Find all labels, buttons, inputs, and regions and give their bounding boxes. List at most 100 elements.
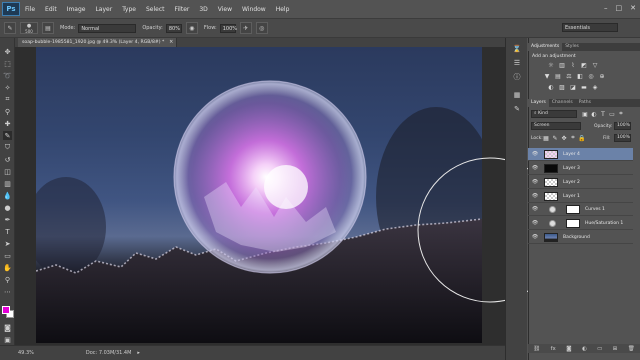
- airbrush-icon[interactable]: ✈: [239, 22, 252, 34]
- levels-icon[interactable]: ▥: [558, 61, 566, 69]
- layer-row-layer-1[interactable]: 👁 Layer 1: [528, 190, 633, 203]
- layer-filter-kind[interactable]: ⌕ Kind: [531, 110, 577, 118]
- status-menu-icon[interactable]: ▸: [137, 350, 140, 356]
- exposure-icon[interactable]: ◩: [580, 61, 588, 69]
- lock-all-icon[interactable]: 🔒: [578, 134, 586, 142]
- lock-pixels-icon[interactable]: ✎: [551, 134, 559, 142]
- curves-icon[interactable]: ⌇: [569, 61, 577, 69]
- history-panel-icon[interactable]: ⌛: [511, 44, 523, 54]
- tab-paths[interactable]: Paths: [576, 99, 594, 107]
- hue-saturation-icon[interactable]: ▤: [554, 72, 562, 80]
- visibility-eye-icon[interactable]: 👁: [532, 151, 538, 157]
- eyedropper-tool-icon[interactable]: ⚲: [3, 107, 12, 116]
- layer-row-layer-3[interactable]: 👁 Layer 3: [528, 162, 633, 175]
- menu-3d[interactable]: 3D: [194, 6, 212, 13]
- filter-smart-icon[interactable]: ⌗: [617, 110, 625, 118]
- new-group-icon[interactable]: ▭: [597, 346, 602, 352]
- info-panel-icon[interactable]: ⓘ: [511, 72, 523, 82]
- eraser-tool-icon[interactable]: ◫: [3, 167, 12, 176]
- blend-mode-select[interactable]: Screen: [531, 122, 581, 130]
- fill-field[interactable]: 100%: [614, 134, 631, 142]
- screen-mode-icon[interactable]: ▣: [3, 335, 12, 344]
- tab-channels[interactable]: Channels: [549, 99, 576, 107]
- vibrance2-icon[interactable]: ▼: [543, 72, 551, 80]
- layer-row-layer-4[interactable]: 👁 Layer 4: [528, 148, 633, 161]
- visibility-eye-icon[interactable]: 👁: [532, 234, 538, 240]
- type-tool-icon[interactable]: T: [3, 227, 12, 236]
- tab-adjustments[interactable]: Adjustments: [528, 43, 563, 51]
- photo-filter-icon[interactable]: ◎: [587, 72, 595, 80]
- visibility-eye-icon[interactable]: 👁: [532, 220, 538, 226]
- delete-layer-icon[interactable]: 🗑: [628, 346, 635, 352]
- pen-tool-icon[interactable]: ✒: [3, 215, 12, 224]
- clone-stamp-tool-icon[interactable]: ⛉: [3, 143, 12, 152]
- workspace-select[interactable]: Essentials: [562, 23, 618, 32]
- quick-mask-icon[interactable]: ◙: [3, 323, 12, 332]
- lock-position-icon[interactable]: ✥: [560, 134, 568, 142]
- threshold-icon[interactable]: ◪: [569, 83, 577, 91]
- brightness-icon[interactable]: ☼: [547, 61, 555, 69]
- lasso-tool-icon[interactable]: ➰: [3, 71, 12, 80]
- posterize-icon[interactable]: ▨: [558, 83, 566, 91]
- edit-toolbar-icon[interactable]: ⋯: [3, 287, 12, 296]
- new-adjustment-icon[interactable]: ◐: [582, 346, 587, 352]
- document-tab[interactable]: soap-bubble-1985581_1920.jpg @ 49.3% (La…: [18, 38, 178, 47]
- swatches-panel-icon[interactable]: ▦: [511, 90, 523, 100]
- pressure-opacity-icon[interactable]: ◉: [185, 22, 198, 34]
- brush-tool-icon[interactable]: ✎: [3, 131, 12, 140]
- brush-tool-preset-icon[interactable]: ✎: [4, 22, 16, 34]
- crop-tool-icon[interactable]: ⌗: [3, 95, 12, 104]
- blur-tool-icon[interactable]: 💧: [3, 191, 12, 200]
- marquee-tool-icon[interactable]: ⬚: [3, 59, 12, 68]
- opacity-field[interactable]: 80%: [165, 23, 182, 33]
- menu-select[interactable]: Select: [141, 6, 170, 13]
- dodge-tool-icon[interactable]: ●: [3, 203, 12, 212]
- minimize-button[interactable]: –: [604, 4, 608, 12]
- filter-type-icon[interactable]: T: [599, 110, 607, 118]
- layer-row-curves-1[interactable]: 👁 Curves 1: [528, 203, 633, 216]
- move-tool-icon[interactable]: ✥: [3, 47, 12, 56]
- channel-mixer-icon[interactable]: ⊕: [598, 72, 606, 80]
- menu-help[interactable]: Help: [271, 6, 295, 13]
- visibility-eye-icon[interactable]: 👁: [532, 165, 538, 171]
- brush-presets-icon[interactable]: ✎: [511, 104, 523, 114]
- menu-file[interactable]: File: [20, 6, 40, 13]
- gradient-map-icon[interactable]: ▬: [580, 83, 588, 91]
- layer-row-hue-saturation-1[interactable]: 👁 Hue/Saturation 1: [528, 217, 633, 230]
- quick-select-tool-icon[interactable]: ✧: [3, 83, 12, 92]
- menu-type[interactable]: Type: [117, 6, 141, 13]
- filter-shape-icon[interactable]: ▭: [608, 110, 616, 118]
- history-brush-tool-icon[interactable]: ↺: [3, 155, 12, 164]
- foreground-color-chip[interactable]: [2, 306, 10, 314]
- visibility-eye-icon[interactable]: 👁: [532, 193, 538, 199]
- zoom-level[interactable]: 49.3%: [18, 350, 34, 356]
- add-mask-icon[interactable]: ◙: [566, 346, 571, 352]
- layer-row-layer-2[interactable]: 👁 Layer 2: [528, 176, 633, 189]
- menu-layer[interactable]: Layer: [90, 6, 117, 13]
- black-white-icon[interactable]: ◧: [576, 72, 584, 80]
- pressure-size-icon[interactable]: ◎: [255, 22, 268, 34]
- tab-close-icon[interactable]: ×: [169, 38, 173, 47]
- new-layer-icon[interactable]: ⊞: [613, 346, 618, 352]
- filter-adjustment-icon[interactable]: ◐: [590, 110, 598, 118]
- vibrance-icon[interactable]: ▽: [591, 61, 599, 69]
- gradient-tool-icon[interactable]: ▥: [3, 179, 12, 188]
- menu-edit[interactable]: Edit: [40, 6, 62, 13]
- healing-brush-tool-icon[interactable]: ✚: [3, 119, 12, 128]
- close-button[interactable]: ✕: [630, 4, 636, 12]
- brush-size-picker[interactable]: ● 500: [20, 22, 38, 34]
- invert-icon[interactable]: ◐: [547, 83, 555, 91]
- link-layers-icon[interactable]: ⛓: [533, 346, 540, 352]
- brush-panel-toggle-icon[interactable]: ▤: [42, 22, 54, 34]
- visibility-eye-icon[interactable]: 👁: [532, 206, 538, 212]
- menu-image[interactable]: Image: [62, 6, 91, 13]
- zoom-tool-icon[interactable]: ⚲: [3, 275, 12, 284]
- layer-row-background[interactable]: 👁 Background: [528, 231, 633, 244]
- tab-styles[interactable]: Styles: [562, 43, 582, 51]
- selective-color-icon[interactable]: ◈: [591, 83, 599, 91]
- layer-opacity-field[interactable]: 100%: [614, 122, 631, 130]
- filter-pixel-icon[interactable]: ▣: [581, 110, 589, 118]
- tab-layers[interactable]: Layers: [528, 99, 549, 107]
- menu-filter[interactable]: Filter: [170, 6, 195, 13]
- properties-panel-icon[interactable]: ☰: [511, 58, 523, 68]
